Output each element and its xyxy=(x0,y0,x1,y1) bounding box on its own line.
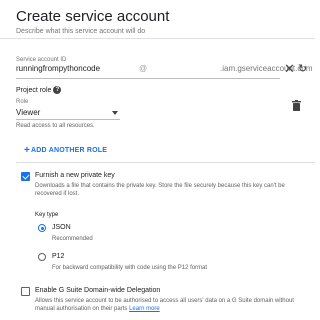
gsuite-delegation-checkbox[interactable] xyxy=(21,287,30,296)
close-icon[interactable]: ✕ xyxy=(284,61,295,77)
help-icon[interactable]: ? xyxy=(53,86,62,94)
p12-radio-label: P12 xyxy=(52,253,65,260)
json-description: Recommended xyxy=(52,236,93,242)
plus-icon: + xyxy=(24,145,31,156)
gsuite-description-text: Allows this service account to be author… xyxy=(35,298,294,312)
service-account-id-input[interactable]: runningfrompythoncode xyxy=(16,64,100,73)
json-radio-label: JSON xyxy=(52,224,71,231)
json-radio[interactable] xyxy=(38,224,46,232)
description-field-cut[interactable]: Describe what this service account will … xyxy=(16,27,145,33)
role-select-underline xyxy=(16,119,120,120)
dialog-title: Create service account xyxy=(16,8,170,25)
key-type-label: Key type xyxy=(35,212,59,218)
service-account-id-underline xyxy=(16,78,280,79)
p12-description: For backward compatibility with code usi… xyxy=(52,265,208,271)
role-description: Read access to all resources. xyxy=(16,123,95,129)
divider xyxy=(0,38,315,39)
service-account-id-label: Service account ID xyxy=(16,57,67,63)
role-label: Role xyxy=(16,99,29,105)
project-role-heading: Project role ? xyxy=(16,86,62,94)
trash-icon[interactable] xyxy=(292,100,301,111)
refresh-icon[interactable]: ↻ xyxy=(298,62,307,75)
caret-down-icon[interactable] xyxy=(112,111,118,115)
add-another-role-button[interactable]: +ADD ANOTHER ROLE xyxy=(24,145,107,156)
p12-radio[interactable] xyxy=(38,253,46,261)
learn-more-link[interactable]: Learn more xyxy=(129,306,160,312)
furnish-private-key-label: Furnish a new private key xyxy=(35,172,115,179)
gsuite-delegation-label: Enable G Suite Domain-wide Delegation xyxy=(35,287,161,294)
add-role-label: ADD ANOTHER ROLE xyxy=(31,147,108,154)
divider xyxy=(16,162,315,163)
at-sign: @ xyxy=(139,64,148,73)
project-role-label: Project role xyxy=(16,86,52,94)
furnish-private-key-description: Downloads a file that contains the priva… xyxy=(35,183,285,197)
furnish-private-key-checkbox[interactable] xyxy=(21,172,30,181)
role-select[interactable]: Viewer xyxy=(16,108,40,117)
gsuite-delegation-description: Allows this service account to be author… xyxy=(35,297,313,313)
